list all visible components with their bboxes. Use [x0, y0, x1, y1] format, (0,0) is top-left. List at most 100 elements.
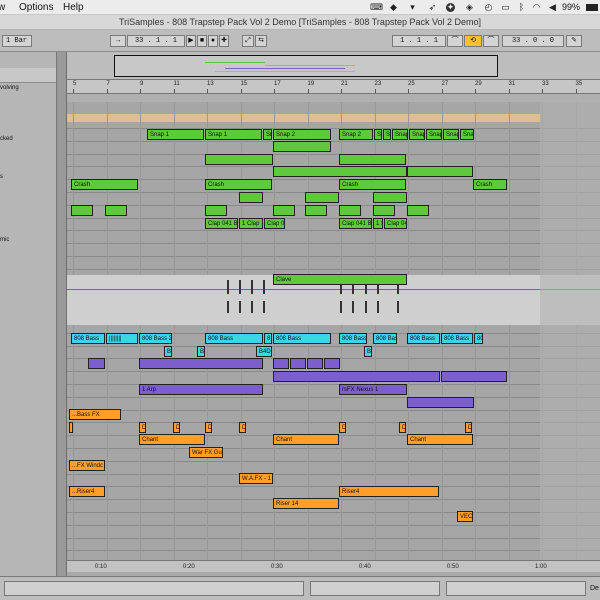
clip[interactable]: rsFX Nexus 1 — [339, 384, 407, 395]
clip[interactable] — [373, 192, 407, 203]
loop-switch-button[interactable]: ⟲ — [464, 35, 482, 47]
keyboard-icon[interactable]: ⌨ — [370, 3, 383, 12]
clip[interactable] — [339, 205, 361, 216]
clip[interactable] — [205, 205, 227, 216]
clip[interactable] — [339, 154, 406, 165]
menu-item-window[interactable]: w — [0, 2, 5, 13]
clip[interactable]: ...Bass FX — [69, 409, 121, 420]
clip[interactable]: 808 Bass — [71, 333, 105, 344]
loop-brace[interactable] — [67, 114, 540, 122]
follow-button[interactable]: → — [110, 35, 126, 47]
time-ruler[interactable]: 0:10 0:20 0:30 0:40 0:50 1:00 — [67, 560, 600, 572]
clip[interactable] — [273, 141, 331, 152]
clip[interactable]: D — [399, 422, 406, 433]
clip[interactable] — [373, 205, 395, 216]
clip[interactable]: Clap 0 — [264, 218, 285, 229]
overdub-button[interactable]: ✚ — [219, 35, 229, 47]
clip[interactable]: Chant — [139, 434, 205, 445]
clip[interactable]: Crash — [71, 179, 138, 190]
clip[interactable]: 808 Bass — [339, 333, 367, 344]
clip[interactable] — [139, 358, 263, 369]
clip[interactable] — [407, 205, 429, 216]
clip[interactable]: War FX Gu — [189, 447, 223, 458]
clip[interactable]: 1 Clap — [239, 218, 263, 229]
automation-line[interactable] — [67, 289, 600, 290]
clip[interactable]: Sn — [263, 129, 272, 140]
clip[interactable]: 808 Bass — [373, 333, 397, 344]
clip[interactable]: B — [364, 346, 372, 357]
track-name-4[interactable]: mic — [0, 237, 9, 243]
clip[interactable]: Crash — [473, 179, 507, 190]
track-name-1[interactable]: volving — [0, 85, 19, 91]
clip[interactable] — [305, 205, 327, 216]
clip[interactable]: Snap 2 — [339, 129, 373, 140]
clip[interactable]: Chant — [273, 434, 339, 445]
airplay-icon[interactable]: ▭ — [501, 3, 510, 12]
clip[interactable]: ...FX Windc — [69, 460, 105, 471]
overview-bar[interactable] — [67, 52, 600, 80]
volume-icon[interactable]: ◀ — [548, 3, 557, 12]
clip[interactable]: Sn — [374, 129, 382, 140]
clip[interactable]: Snap 1 — [205, 129, 262, 140]
clip[interactable] — [290, 358, 306, 369]
loop-start-display[interactable]: 1 . 1 . 1 — [392, 35, 446, 47]
shield-icon[interactable]: ◈ — [465, 3, 474, 12]
dropbox-icon[interactable]: ◆ — [389, 3, 398, 12]
battery-icon[interactable] — [586, 4, 598, 11]
menu-item-options[interactable]: Options — [19, 2, 53, 13]
clip[interactable]: Snap — [409, 129, 425, 140]
record-button[interactable]: ● — [208, 35, 218, 47]
bird-icon[interactable]: ▾ — [408, 3, 417, 12]
clip[interactable] — [273, 358, 289, 369]
clip[interactable] — [407, 397, 474, 408]
clip[interactable] — [105, 205, 127, 216]
quantize-menu[interactable]: 1 Bar — [2, 35, 32, 47]
clip[interactable]: 808 Bass — [205, 333, 263, 344]
punch-out-button[interactable]: ⌒ — [483, 35, 499, 47]
clip[interactable]: Snap — [426, 129, 442, 140]
clip[interactable]: Crash — [205, 179, 272, 190]
clip[interactable]: ...Riser4 — [69, 486, 105, 497]
clip[interactable] — [407, 166, 473, 177]
status-device-field[interactable] — [446, 581, 586, 596]
clip[interactable]: D — [139, 422, 146, 433]
clip[interactable]: Crash — [339, 179, 406, 190]
clip[interactable]: D — [339, 422, 346, 433]
automation-arm-button[interactable]: ⤢ — [242, 35, 254, 47]
clip[interactable]: Clap 041 B — [205, 218, 238, 229]
clip[interactable]: Snap 2 — [273, 129, 331, 140]
clip[interactable]: Clave — [273, 274, 407, 285]
clip[interactable] — [441, 371, 507, 382]
song-position-display[interactable]: 33 . 1 . 1 — [127, 35, 185, 47]
play-button[interactable]: ▶ — [186, 35, 196, 47]
rocket-icon[interactable]: ➶ — [428, 3, 437, 12]
arrangement-view[interactable]: 5 7 9 11 13 15 17 19 21 23 25 27 29 31 33 35 Snap 1 Snap… — [67, 52, 600, 572]
clip[interactable]: 8 — [264, 333, 272, 344]
clip[interactable]: D — [205, 422, 212, 433]
punch-in-button[interactable]: ⌒ — [447, 35, 463, 47]
clip[interactable]: 808 Bass 2 — [139, 333, 172, 344]
clip[interactable]: D — [465, 422, 472, 433]
compass-icon[interactable]: ✦ — [446, 3, 455, 12]
clip[interactable]: Sn — [383, 129, 391, 140]
clip[interactable]: VEC — [457, 511, 473, 522]
locator-bar[interactable] — [67, 94, 600, 102]
clip[interactable] — [273, 205, 295, 216]
clip[interactable] — [273, 166, 407, 177]
clip[interactable]: D — [173, 422, 180, 433]
clip[interactable]: Riser 14 — [273, 498, 339, 509]
bluetooth-icon[interactable]: ᛒ — [517, 3, 526, 12]
loop-length-display[interactable]: 33 . 0 . 0 — [502, 35, 564, 47]
clip[interactable] — [71, 205, 93, 216]
clip[interactable]: 1 S — [373, 218, 383, 229]
clip[interactable] — [205, 154, 273, 165]
clip[interactable]: Clap 041 B — [384, 218, 407, 229]
time-machine-icon[interactable]: ◴ — [484, 3, 493, 12]
clip[interactable]: Snap — [443, 129, 459, 140]
clip[interactable]: 808 Bass — [441, 333, 473, 344]
clip[interactable] — [69, 422, 73, 433]
clip[interactable]: Chant — [407, 434, 473, 445]
clip[interactable]: Snap 1 — [147, 129, 204, 140]
wifi-icon[interactable]: ◠ — [532, 3, 541, 12]
clip[interactable] — [305, 192, 339, 203]
